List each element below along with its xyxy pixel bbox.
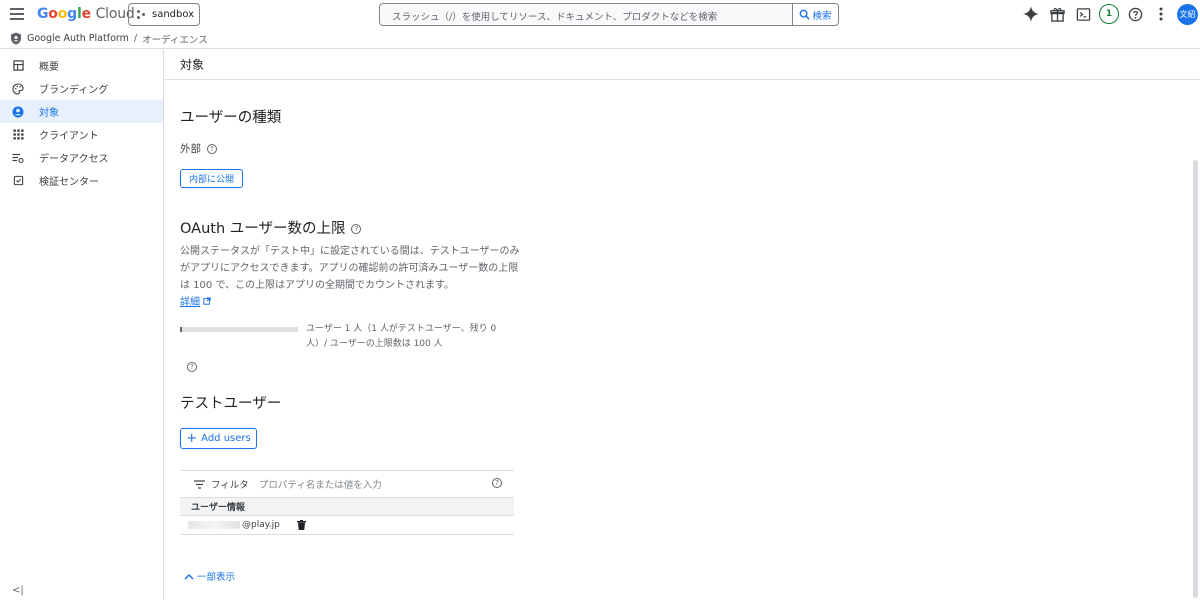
google-cloud-logo[interactable]: Google Cloud (37, 6, 135, 22)
palette-icon (12, 82, 24, 95)
page-scrollbar[interactable] (1193, 160, 1198, 598)
gemini-sparkle-icon[interactable] (1022, 5, 1040, 23)
menu-icon[interactable] (8, 5, 26, 23)
cloud-shell-icon[interactable] (1074, 5, 1092, 23)
show-less-label: 一部表示 (197, 572, 236, 583)
sidebar-item-label: クライアント (39, 131, 99, 142)
sidebar: 概要 ブランディング 対象 クライアント データアクセス 検証センター <| (0, 50, 164, 600)
data-access-icon (12, 152, 24, 164)
redacted-email-prefix (188, 521, 240, 529)
breadcrumb: Google Auth Platform / オーディエンス (0, 29, 1200, 49)
account-circle-icon (12, 106, 24, 118)
project-icon (137, 10, 146, 19)
user-quota-bar (180, 327, 298, 332)
sidebar-item-verification-center[interactable]: 検証センター (0, 169, 163, 192)
main-content: ユーザーの種類 外部? 内部に公開 OAuth ユーザー数の上限? 公開ステータ… (165, 81, 1192, 600)
user-quota-text: ユーザー 1 人（1 人がテストユーザー、残り 0 人）/ ユーザーの上限数は … (306, 324, 497, 349)
add-users-label: Add users (201, 433, 251, 444)
search-icon (800, 9, 811, 20)
table-filter-bar[interactable]: フィルタ プロパティ名または値を入力 ? (180, 470, 514, 497)
test-users-heading: テストユーザー (180, 396, 282, 412)
open-in-new-icon (203, 297, 211, 305)
help-icon[interactable]: ? (351, 224, 362, 234)
oauth-limit-heading-row: OAuth ユーザー数の上限? (180, 217, 362, 238)
apps-grid-icon (12, 129, 24, 141)
user-quota-fill (180, 327, 182, 332)
show-less-button[interactable]: 一部表示 (184, 569, 235, 583)
more-vert-icon[interactable] (1152, 5, 1170, 23)
breadcrumb-current: オーディエンス (142, 34, 208, 46)
filter-label: フィルタ (211, 480, 249, 491)
project-name: sandbox (152, 9, 195, 20)
help-icon[interactable]: ? (492, 478, 502, 488)
page-title: 対象 (165, 50, 1200, 80)
help-icon[interactable]: ? (187, 361, 197, 372)
account-avatar[interactable]: 文紹 (1177, 4, 1198, 25)
user-email: @play.jp (242, 520, 280, 530)
sidebar-item-label: 検証センター (39, 177, 99, 188)
oauth-limit-heading: OAuth ユーザー数の上限 (180, 221, 346, 237)
dashboard-icon (12, 60, 24, 72)
shield-icon (11, 32, 21, 45)
table-header-user-info: ユーザー情報 (180, 497, 514, 516)
sidebar-item-label: データアクセス (39, 154, 109, 165)
search-button-label: 検索 (812, 10, 832, 22)
breadcrumb-separator: / (133, 33, 138, 44)
user-type-value: 外部 (180, 143, 201, 155)
filter-list-icon (194, 479, 205, 489)
chevron-up-icon (184, 573, 194, 580)
gift-icon[interactable] (1048, 5, 1066, 23)
verification-icon (12, 175, 24, 187)
sidebar-item-clients[interactable]: クライアント (0, 123, 163, 146)
sidebar-item-label: 概要 (39, 62, 59, 73)
sidebar-item-overview[interactable]: 概要 (0, 54, 163, 77)
search-input[interactable]: スラッシュ（/）を使用してリソース、ドキュメント、プロダクトなどを検索 (379, 3, 793, 26)
sidebar-item-label: 対象 (39, 108, 59, 119)
user-type-value-row: 外部? (180, 141, 217, 156)
sidebar-item-audience[interactable]: 対象 (0, 100, 163, 123)
add-users-button[interactable]: + Add users (180, 428, 257, 449)
collapse-sidebar-button[interactable]: <| (12, 585, 24, 596)
help-icon[interactable]: ? (207, 144, 217, 154)
oauth-limit-description: 公開ステータスが「テスト中」に設定されている間は、テストユーザーのみがアプリにア… (180, 243, 520, 311)
notifications-badge[interactable]: 1 (1099, 4, 1119, 24)
add-icon: + (186, 431, 198, 446)
project-picker-button[interactable]: sandbox (128, 3, 200, 26)
sidebar-item-data-access[interactable]: データアクセス (0, 146, 163, 169)
user-type-heading: ユーザーの種類 (180, 110, 282, 126)
top-app-bar: Google Cloud sandbox スラッシュ（/）を使用してリソース、ド… (0, 0, 1200, 29)
table-row: @play.jp (180, 516, 514, 535)
make-internal-button[interactable]: 内部に公開 (180, 169, 243, 188)
sidebar-item-branding[interactable]: ブランディング (0, 77, 163, 100)
search-button[interactable]: 検索 (792, 3, 839, 26)
breadcrumb-root[interactable]: Google Auth Platform (27, 33, 129, 44)
delete-icon[interactable] (297, 520, 306, 530)
help-icon[interactable] (1126, 5, 1144, 23)
learn-more-link[interactable]: 詳細 (180, 297, 200, 308)
filter-input[interactable]: プロパティ名または値を入力 (259, 477, 382, 491)
sidebar-item-label: ブランディング (39, 85, 109, 96)
oauth-limit-text: 公開ステータスが「テスト中」に設定されている間は、テストユーザーのみがアプリにア… (180, 246, 520, 291)
